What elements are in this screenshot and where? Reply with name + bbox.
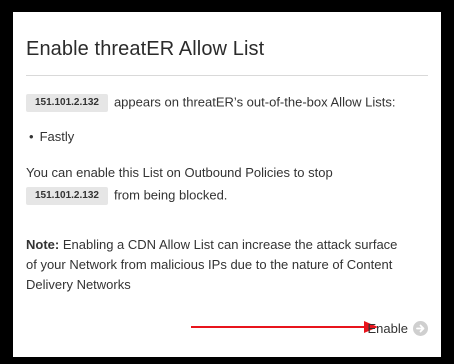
note-line-1: Note: Enabling a CDN Allow List can incr… [26,237,397,253]
window-frame: Enable threatER Allow List 151.101.2.132… [0,0,454,364]
enable-button-label: Enable [367,321,408,336]
ip-chip-2: 151.101.2.132 [26,187,108,205]
list-item: • Fastly [26,129,74,145]
enable-text-line-1: You can enable this List on Outbound Pol… [26,165,333,180]
arrow-right-circle-icon [413,321,428,336]
enable-button[interactable]: Enable [368,321,428,336]
enable-text-line-2: 151.101.2.132 from being blocked. [26,187,227,205]
note-text-1: Enabling a CDN Allow List can increase t… [62,237,398,252]
ip-chip: 151.101.2.132 [26,94,108,112]
intro-line: 151.101.2.132 appears on threatER’s out-o… [26,94,396,112]
note-line-3: Delivery Networks [26,277,131,292]
note-label: Note: [26,237,60,252]
title-divider [26,75,428,76]
annotation-arrow-icon [191,321,378,333]
list-item-fastly: Fastly [39,129,75,144]
enable-text-2: from being blocked. [113,187,228,203]
intro-text: appears on threatER’s out-of-the-box All… [113,94,396,110]
dialog-title: Enable threatER Allow List [26,38,265,60]
enable-allow-list-dialog: Enable threatER Allow List 151.101.2.132… [13,12,441,357]
note-line-2: of your Network from malicious IPs due t… [26,257,393,272]
bullet: • [29,129,34,144]
